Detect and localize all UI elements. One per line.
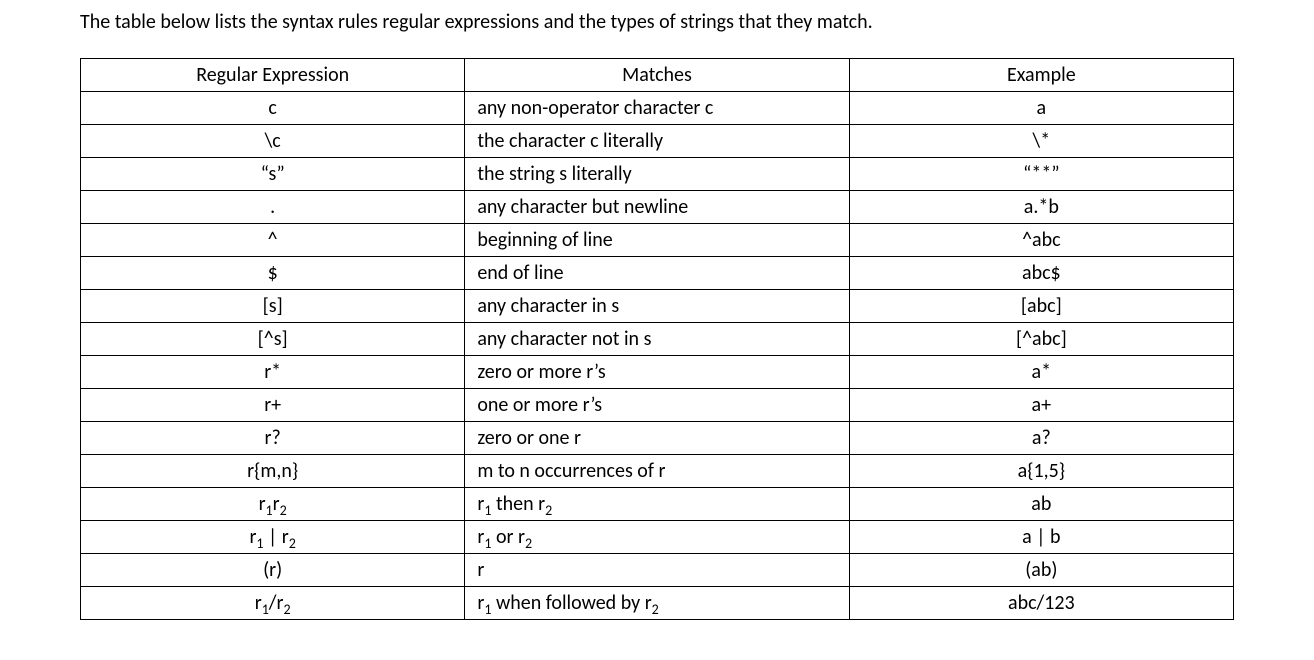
- cell-matches: r: [465, 554, 849, 587]
- cell-example: a: [849, 92, 1233, 125]
- cell-regular-expression: r1r2: [81, 488, 465, 521]
- cell-matches: zero or more r’s: [465, 356, 849, 389]
- cell-example: “**”: [849, 158, 1233, 191]
- header-example: Example: [849, 59, 1233, 92]
- cell-regular-expression: \c: [81, 125, 465, 158]
- table-row: r1 | r2r1 or r2a | b: [81, 521, 1234, 554]
- cell-example: a{1,5}: [849, 455, 1233, 488]
- cell-example: a+: [849, 389, 1233, 422]
- cell-matches: end of line: [465, 257, 849, 290]
- cell-regular-expression: r1/r2: [81, 587, 465, 620]
- table-row: (r)r(ab): [81, 554, 1234, 587]
- header-regular-expression: Regular Expression: [81, 59, 465, 92]
- cell-example: a?: [849, 422, 1233, 455]
- table-row: [s]any character in s[abc]: [81, 290, 1234, 323]
- cell-matches: r1 when followed by r2: [465, 587, 849, 620]
- table-row: r?zero or one ra?: [81, 422, 1234, 455]
- table-row: ^beginning of line^abc: [81, 224, 1234, 257]
- cell-regular-expression: r?: [81, 422, 465, 455]
- table-row: \cthe character c literally\*: [81, 125, 1234, 158]
- cell-matches: one or more r’s: [465, 389, 849, 422]
- cell-matches: r1 then r2: [465, 488, 849, 521]
- table-row: cany non-operator character ca: [81, 92, 1234, 125]
- cell-example: \*: [849, 125, 1233, 158]
- cell-matches: m to n occurrences of r: [465, 455, 849, 488]
- cell-example: ^abc: [849, 224, 1233, 257]
- cell-matches: any character in s: [465, 290, 849, 323]
- cell-matches: the character c literally: [465, 125, 849, 158]
- cell-example: abc/123: [849, 587, 1233, 620]
- table-body: cany non-operator character ca\cthe char…: [81, 92, 1234, 620]
- table-row: [^s]any character not in s[^abc]: [81, 323, 1234, 356]
- cell-matches: any character but newline: [465, 191, 849, 224]
- cell-regular-expression: .: [81, 191, 465, 224]
- cell-regular-expression: r+: [81, 389, 465, 422]
- cell-matches: the string s literally: [465, 158, 849, 191]
- cell-regular-expression: ^: [81, 224, 465, 257]
- cell-regular-expression: r1 | r2: [81, 521, 465, 554]
- table-row: r1/r2r1 when followed by r2abc/123: [81, 587, 1234, 620]
- header-matches: Matches: [465, 59, 849, 92]
- cell-matches: any character not in s: [465, 323, 849, 356]
- table-row: r+one or more r’sa+: [81, 389, 1234, 422]
- cell-example: abc$: [849, 257, 1233, 290]
- cell-matches: zero or one r: [465, 422, 849, 455]
- cell-matches: r1 or r2: [465, 521, 849, 554]
- cell-regular-expression: [s]: [81, 290, 465, 323]
- cell-example: a.*b: [849, 191, 1233, 224]
- cell-example: [^abc]: [849, 323, 1233, 356]
- cell-regular-expression: $: [81, 257, 465, 290]
- cell-example: (ab): [849, 554, 1233, 587]
- cell-regular-expression: (r): [81, 554, 465, 587]
- cell-regular-expression: c: [81, 92, 465, 125]
- cell-example: [abc]: [849, 290, 1233, 323]
- cell-regular-expression: r{m,n}: [81, 455, 465, 488]
- table-row: r{m,n}m to n occurrences of ra{1,5}: [81, 455, 1234, 488]
- table-caption: The table below lists the syntax rules r…: [80, 10, 1234, 34]
- table-row: .any character but newlinea.*b: [81, 191, 1234, 224]
- cell-regular-expression: “s”: [81, 158, 465, 191]
- table-row: r*zero or more r’sa*: [81, 356, 1234, 389]
- cell-example: a | b: [849, 521, 1233, 554]
- table-header-row: Regular Expression Matches Example: [81, 59, 1234, 92]
- cell-example: ab: [849, 488, 1233, 521]
- cell-regular-expression: [^s]: [81, 323, 465, 356]
- cell-regular-expression: r*: [81, 356, 465, 389]
- regex-syntax-table: Regular Expression Matches Example cany …: [80, 58, 1234, 620]
- table-row: $end of lineabc$: [81, 257, 1234, 290]
- table-row: “s”the string s literally“**”: [81, 158, 1234, 191]
- table-row: r1r2r1 then r2ab: [81, 488, 1234, 521]
- cell-matches: any non-operator character c: [465, 92, 849, 125]
- cell-example: a*: [849, 356, 1233, 389]
- cell-matches: beginning of line: [465, 224, 849, 257]
